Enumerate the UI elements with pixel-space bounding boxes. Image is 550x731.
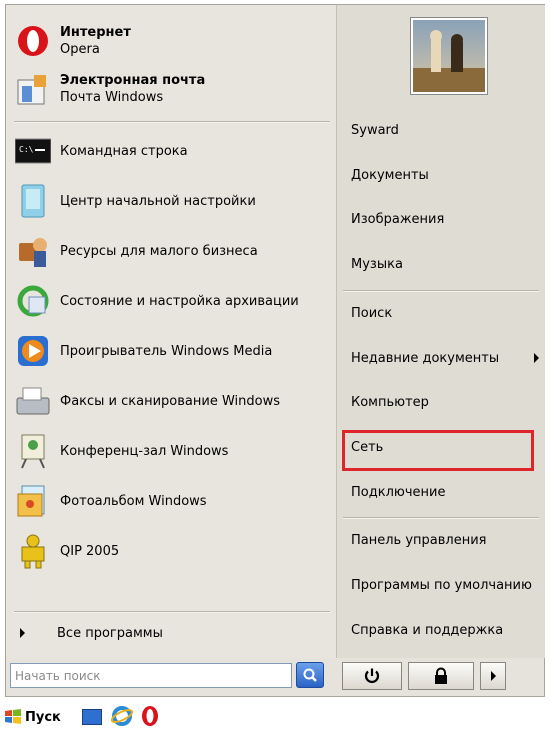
divider	[14, 611, 330, 613]
opera-icon	[14, 22, 52, 60]
pinned-subtitle: Почта Windows	[60, 90, 164, 105]
program-label: Ресурсы для малого бизнеса	[60, 243, 258, 259]
initial-config-icon	[14, 182, 52, 220]
program-item[interactable]: Состояние и настройка архивации	[14, 281, 330, 321]
program-label: Факсы и сканирование Windows	[60, 393, 280, 409]
qip-icon	[14, 532, 52, 570]
power-button[interactable]	[342, 662, 402, 690]
start-menu-footer	[6, 658, 544, 696]
menu-label: Изображения	[351, 211, 445, 227]
avatar[interactable]	[411, 18, 487, 94]
program-label: Состояние и настройка архивации	[60, 293, 299, 309]
internet-explorer-icon[interactable]	[110, 705, 134, 731]
connect-to-link[interactable]: Подключение	[351, 478, 536, 506]
menu-label: Музыка	[351, 256, 403, 272]
start-button[interactable]: Пуск	[4, 705, 70, 729]
program-item[interactable]: Факсы и сканирование Windows	[14, 381, 330, 421]
chevron-right-icon	[20, 628, 25, 638]
backup-icon	[14, 282, 52, 320]
chevron-right-icon	[534, 353, 539, 363]
divider	[14, 121, 330, 123]
pinned-title: Интернет	[60, 25, 131, 40]
pinned-subtitle: Opera	[60, 42, 100, 57]
search-link[interactable]: Поиск	[351, 299, 536, 327]
program-label: Проигрыватель Windows Media	[60, 343, 273, 359]
menu-label: Поиск	[351, 305, 393, 321]
windows-logo-icon	[5, 709, 21, 724]
pinned-internet[interactable]: Интернет Opera	[14, 21, 330, 61]
program-item[interactable]: Проигрыватель Windows Media	[14, 331, 330, 371]
photo-gallery-icon	[14, 482, 52, 520]
opera-taskbar-icon[interactable]	[140, 705, 160, 731]
all-programs-label: Все программы	[57, 625, 163, 641]
user-folder[interactable]: Syward	[351, 116, 536, 144]
program-label: Центр начальной настройки	[60, 193, 256, 209]
pinned-title: Электронная почта	[60, 73, 206, 88]
program-item[interactable]: QIP 2005	[14, 531, 330, 571]
menu-label: Панель управления	[351, 532, 487, 548]
recent-documents-link[interactable]: Недавние документы	[351, 344, 539, 372]
all-programs-button[interactable]: Все программы	[14, 621, 330, 645]
default-programs-link[interactable]: Программы по умолчанию	[351, 571, 536, 599]
places-pane: Syward Документы Изображения Музыка Поис…	[336, 5, 545, 658]
program-label: QIP 2005	[60, 543, 120, 559]
program-item[interactable]: Конференц-зал Windows	[14, 431, 330, 471]
lock-icon	[435, 667, 447, 684]
search-input[interactable]	[10, 663, 292, 688]
menu-label: Компьютер	[351, 394, 429, 410]
program-item[interactable]: Центр начальной настройки	[14, 181, 330, 221]
help-support-link[interactable]: Справка и поддержка	[351, 616, 536, 644]
program-item[interactable]: Ресурсы для малого бизнеса	[14, 231, 330, 271]
menu-label: Подключение	[351, 484, 446, 500]
business-resources-icon	[14, 232, 52, 270]
svg-text:C:\: C:\	[19, 145, 34, 154]
chess-avatar-icon	[413, 30, 485, 92]
mail-icon	[14, 70, 52, 108]
start-menu: Интернет Opera Электронная почта Почта W…	[5, 4, 545, 697]
menu-label: Документы	[351, 167, 429, 183]
command-prompt-icon: C:\	[14, 132, 52, 170]
programs-pane: Интернет Opera Электронная почта Почта W…	[6, 5, 336, 658]
control-panel-link[interactable]: Панель управления	[351, 526, 536, 554]
program-item[interactable]: C:\ Командная строка	[14, 131, 330, 171]
pinned-email[interactable]: Электронная почта Почта Windows	[14, 69, 330, 109]
program-label: Фотоальбом Windows	[60, 493, 207, 509]
media-player-icon	[14, 332, 52, 370]
power-icon	[364, 668, 380, 683]
chevron-right-icon	[490, 671, 496, 681]
fax-scan-icon	[14, 382, 52, 420]
lock-button[interactable]	[408, 662, 474, 690]
menu-label: Справка и поддержка	[351, 622, 504, 638]
search-button[interactable]	[296, 662, 324, 688]
music-link[interactable]: Музыка	[351, 250, 536, 278]
shutdown-options-button[interactable]	[480, 662, 506, 690]
meeting-space-icon	[14, 432, 52, 470]
pictures-link[interactable]: Изображения	[351, 205, 536, 233]
program-item[interactable]: Фотоальбом Windows	[14, 481, 330, 521]
documents-link[interactable]: Документы	[351, 161, 536, 189]
divider	[343, 517, 539, 519]
divider	[343, 290, 539, 292]
computer-link[interactable]: Компьютер	[351, 388, 536, 416]
network-highlight-frame	[342, 430, 534, 471]
program-label: Конференц-зал Windows	[60, 443, 229, 459]
menu-label: Syward	[351, 122, 399, 138]
start-button-label: Пуск	[25, 709, 61, 725]
menu-label: Недавние документы	[351, 350, 500, 366]
show-desktop-icon[interactable]	[82, 709, 102, 725]
program-label: Командная строка	[60, 143, 188, 159]
magnifier-icon	[303, 668, 317, 682]
menu-label: Программы по умолчанию	[351, 577, 532, 593]
taskbar: Пуск	[0, 699, 550, 731]
